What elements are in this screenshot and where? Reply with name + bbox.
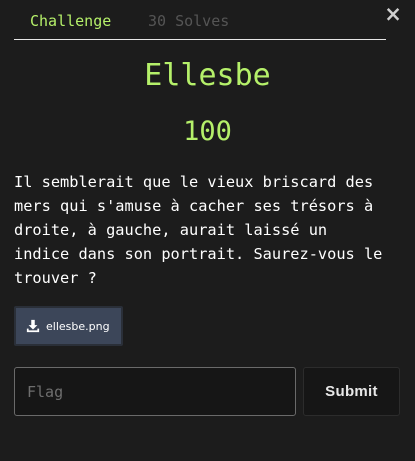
flag-input[interactable] xyxy=(14,367,296,416)
tab-challenge[interactable]: Challenge xyxy=(30,12,111,30)
close-icon[interactable]: × xyxy=(384,2,402,26)
challenge-title: Ellesbe xyxy=(144,58,271,93)
download-icon xyxy=(26,319,40,333)
tab-bar: Challenge 30 Solves xyxy=(14,8,386,40)
challenge-description: Il semblerait que le vieux briscard des … xyxy=(14,173,383,287)
submit-button[interactable]: Submit xyxy=(303,367,400,416)
challenge-modal: × Challenge 30 Solves Ellesbe 100 Il sem… xyxy=(0,0,415,461)
challenge-points: 100 xyxy=(183,116,232,147)
file-download-button[interactable]: ellesbe.png xyxy=(14,306,123,346)
tab-solves[interactable]: 30 Solves xyxy=(148,12,229,30)
file-name: ellesbe.png xyxy=(46,319,110,333)
